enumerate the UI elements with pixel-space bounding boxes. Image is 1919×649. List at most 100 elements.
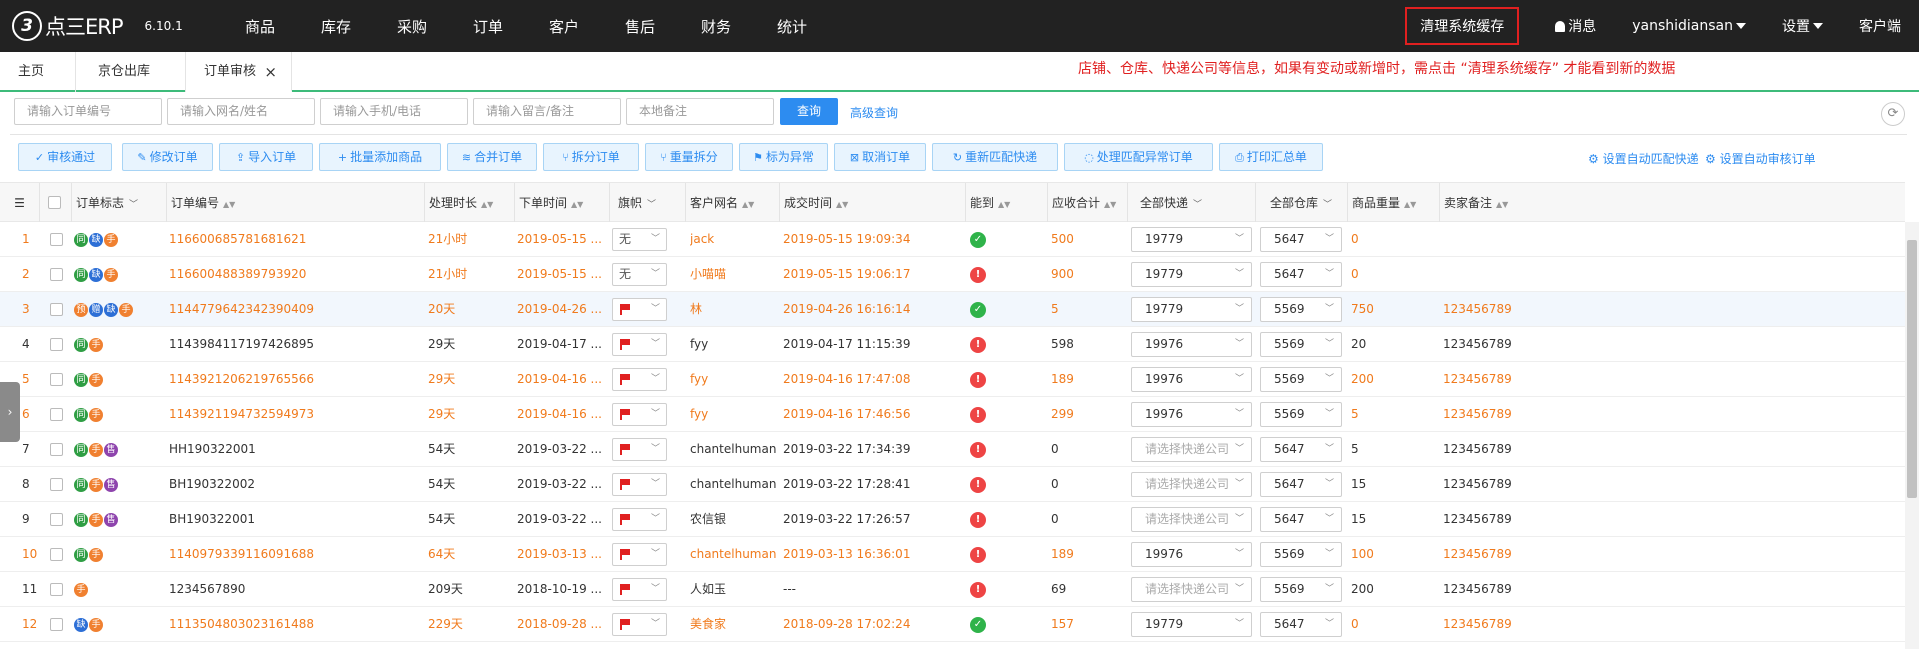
- row-checkbox[interactable]: [50, 513, 63, 526]
- warehouse-select[interactable]: 5569 ﹀: [1260, 577, 1342, 602]
- buyer-nick[interactable]: 林: [690, 292, 780, 327]
- action-button-9[interactable]: ↻ 重新匹配快递: [932, 143, 1058, 171]
- row-checkbox[interactable]: [50, 443, 63, 456]
- col-deal-time[interactable]: 成交时间 ▲▼: [780, 183, 966, 223]
- action-button-3[interactable]: + 批量添加商品: [319, 143, 441, 171]
- buyer-nick[interactable]: fyy: [690, 327, 780, 362]
- local-note-input[interactable]: 本地备注: [626, 98, 774, 125]
- col-order-time[interactable]: 下单时间 ▲▼: [515, 183, 610, 223]
- buyer-nick[interactable]: 小喵喵: [690, 257, 780, 292]
- advanced-query-link[interactable]: 高级查询: [850, 104, 898, 121]
- action-button-4[interactable]: ≋ 合并订单: [447, 143, 537, 171]
- buyer-nick[interactable]: 农信银: [690, 502, 780, 537]
- table-row[interactable]: 6 同手 1143921194732594973 29天 2019-04-16 ... ﹀…: [0, 397, 1905, 432]
- express-select[interactable]: 19779 ﹀: [1131, 612, 1252, 637]
- buyer-nick[interactable]: fyy: [690, 397, 780, 432]
- warehouse-select[interactable]: 5647 ﹀: [1260, 437, 1342, 462]
- flag-select[interactable]: ﹀: [612, 613, 667, 636]
- action-button-10[interactable]: ◌ 处理匹配异常订单: [1064, 143, 1213, 171]
- warehouse-select[interactable]: 5647 ﹀: [1260, 612, 1342, 637]
- nav-item-6[interactable]: 财务: [678, 16, 754, 37]
- express-select[interactable]: 请选择快递公司 ﹀: [1131, 472, 1252, 497]
- nav-item-4[interactable]: 客户: [526, 16, 602, 37]
- auto-audit-link[interactable]: ⚙ 设置自动审核订单: [1705, 150, 1816, 167]
- table-row[interactable]: 1 同缺手 116600685781681621 21小时 2019-05-15 ...…: [0, 222, 1905, 257]
- warehouse-select[interactable]: 5647 ﹀: [1260, 227, 1342, 252]
- phone-input[interactable]: 请输入手机/电话: [320, 98, 468, 125]
- col-buyer[interactable]: 客户网名 ▲▼: [686, 183, 780, 223]
- warehouse-select[interactable]: 5569 ﹀: [1260, 542, 1342, 567]
- table-row[interactable]: 4 同手 1143984117197426895 29天 2019-04-17 ... ﹀…: [0, 327, 1905, 362]
- tab-home[interactable]: 主页: [0, 52, 76, 92]
- warehouse-select[interactable]: 5647 ﹀: [1260, 472, 1342, 497]
- buyer-nick[interactable]: chantelhuman: [690, 467, 780, 502]
- table-row[interactable]: 10 同手 1140979339116091688 64天 2019-03-13 ...…: [0, 537, 1905, 572]
- warehouse-select[interactable]: 5569 ﹀: [1260, 297, 1342, 322]
- flag-select[interactable]: ﹀: [612, 333, 667, 356]
- buyer-nick[interactable]: chantelhuman: [690, 432, 780, 467]
- table-row[interactable]: 8 同手售 BH190322002 54天 2019-03-22 ... ﹀ chantel…: [0, 467, 1905, 502]
- warehouse-select[interactable]: 5647 ﹀: [1260, 262, 1342, 287]
- col-all-warehouse[interactable]: 全部仓库 ﹀: [1256, 183, 1348, 223]
- tab-jd-outbound[interactable]: 京仓出库: [76, 52, 186, 92]
- row-checkbox[interactable]: [50, 338, 63, 351]
- flag-select[interactable]: ﹀: [612, 543, 667, 566]
- client-link[interactable]: 客户端: [1859, 16, 1901, 36]
- col-can-reach[interactable]: 能到 ▲▼: [966, 183, 1048, 223]
- message-input[interactable]: 请输入留言/备注: [473, 98, 621, 125]
- flag-select[interactable]: 无 ﹀: [612, 263, 667, 286]
- col-all-express[interactable]: 全部快递 ﹀: [1128, 183, 1256, 223]
- express-select[interactable]: 19779 ﹀: [1131, 297, 1252, 322]
- order-number[interactable]: 1113504803023161488: [169, 607, 419, 642]
- warehouse-select[interactable]: 5569 ﹀: [1260, 367, 1342, 392]
- nav-item-7[interactable]: 统计: [754, 16, 830, 37]
- row-checkbox[interactable]: [50, 478, 63, 491]
- tab-order-audit[interactable]: 订单审核 ×: [186, 52, 292, 92]
- table-row[interactable]: 5 同手 1143921206219765566 29天 2019-04-16 ... ﹀…: [0, 362, 1905, 397]
- warehouse-select[interactable]: 5569 ﹀: [1260, 402, 1342, 427]
- express-select[interactable]: 19779 ﹀: [1131, 262, 1252, 287]
- flag-select[interactable]: ﹀: [612, 578, 667, 601]
- flag-select[interactable]: ﹀: [612, 298, 667, 321]
- express-select[interactable]: 19976 ﹀: [1131, 367, 1252, 392]
- col-receivable[interactable]: 应收合计 ▲▼: [1048, 183, 1128, 223]
- row-checkbox[interactable]: [50, 303, 63, 316]
- col-seller-note[interactable]: 卖家备注 ▲▼: [1440, 183, 1905, 223]
- row-checkbox[interactable]: [50, 373, 63, 386]
- order-number[interactable]: 1140979339116091688: [169, 537, 419, 572]
- flag-select[interactable]: ﹀: [612, 368, 667, 391]
- action-button-8[interactable]: ⊠ 取消订单: [834, 143, 926, 171]
- scrollbar-thumb[interactable]: [1907, 240, 1917, 498]
- flag-select[interactable]: 无 ﹀: [612, 228, 667, 251]
- order-number[interactable]: HH190322001: [169, 432, 419, 467]
- buyer-nick[interactable]: chantelhuman: [690, 537, 780, 572]
- col-duration[interactable]: 处理时长 ▲▼: [425, 183, 515, 223]
- sidebar-toggle-icon[interactable]: ›: [0, 382, 20, 442]
- col-order-no[interactable]: 订单编号 ▲▼: [167, 183, 425, 223]
- warehouse-select[interactable]: 5569 ﹀: [1260, 332, 1342, 357]
- messages-button[interactable]: 消息: [1555, 16, 1596, 36]
- action-button-2[interactable]: ⇪ 导入订单: [219, 143, 313, 171]
- flag-select[interactable]: ﹀: [612, 403, 667, 426]
- app-logo[interactable]: 3 点三ERP 6.10.1: [12, 11, 202, 41]
- nav-item-0[interactable]: 商品: [222, 16, 298, 37]
- auto-match-express-link[interactable]: ⚙ 设置自动匹配快递: [1588, 150, 1699, 167]
- order-number[interactable]: BH190322001: [169, 502, 419, 537]
- order-number[interactable]: 116600685781681621: [169, 222, 419, 257]
- col-flags[interactable]: 订单标志 ﹀: [72, 183, 167, 223]
- table-row[interactable]: 9 同手售 BH190322001 54天 2019-03-22 ... ﹀ 农信银 2019…: [0, 502, 1905, 537]
- express-select[interactable]: 19779 ﹀: [1131, 227, 1252, 252]
- express-select[interactable]: 19976 ﹀: [1131, 332, 1252, 357]
- action-button-0[interactable]: ✓ 审核通过: [18, 143, 112, 171]
- table-row[interactable]: 11 手 1234567890 209天 2018-10-19 ... ﹀ 人如玉 ---! 6…: [0, 572, 1905, 607]
- buyer-nick[interactable]: jack: [690, 222, 780, 257]
- row-checkbox[interactable]: [50, 233, 63, 246]
- col-weight[interactable]: 商品重量 ▲▼: [1348, 183, 1440, 223]
- refresh-icon[interactable]: ⟳: [1881, 102, 1905, 126]
- order-number[interactable]: 1234567890: [169, 572, 419, 607]
- row-checkbox[interactable]: [50, 408, 63, 421]
- order-number[interactable]: BH190322002: [169, 467, 419, 502]
- select-all-checkbox[interactable]: [48, 196, 61, 209]
- settings-menu[interactable]: 设置: [1782, 16, 1823, 36]
- order-no-input[interactable]: 请输入订单编号: [14, 98, 162, 125]
